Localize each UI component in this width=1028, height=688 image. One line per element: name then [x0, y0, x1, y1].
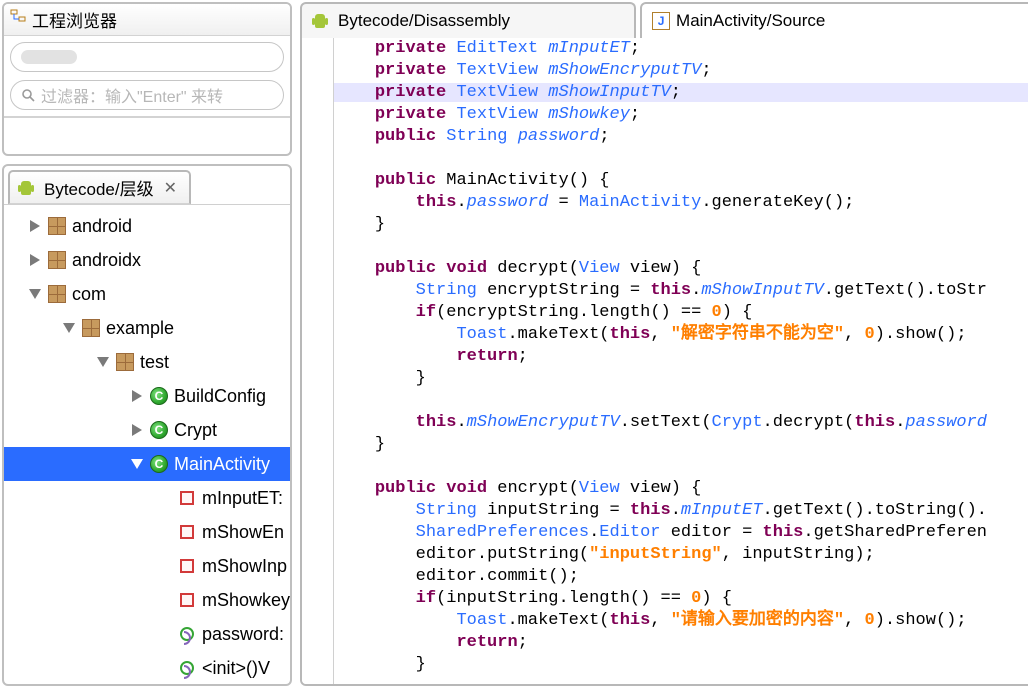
android-icon	[312, 12, 328, 30]
tree-label: <init>()V	[202, 658, 270, 679]
class-icon: C	[150, 387, 168, 405]
class-icon: C	[150, 421, 168, 439]
tree-node-com[interactable]: com	[4, 277, 290, 311]
tree-label: mInputET:	[202, 488, 283, 509]
editor-gutter	[302, 38, 334, 684]
chevron-down-icon	[97, 357, 109, 367]
project-explorer-title: 工程浏览器	[32, 7, 117, 32]
tree-node-example[interactable]: example	[4, 311, 290, 345]
tree-node-mshowen[interactable]: mShowEn	[4, 515, 290, 549]
field-icon	[180, 593, 194, 607]
tree-node-crypt[interactable]: C Crypt	[4, 413, 290, 447]
tree-node-password[interactable]: password:	[4, 617, 290, 651]
public-field-icon	[180, 627, 194, 641]
blank-placeholder	[21, 50, 77, 64]
tree-label: test	[140, 352, 169, 373]
chevron-right-icon	[132, 390, 142, 402]
chevron-right-icon	[30, 220, 40, 232]
filter-placeholder: 过滤器：输入"Enter" 来转	[41, 83, 223, 107]
tree-node-android[interactable]: android	[4, 209, 290, 243]
chevron-right-icon	[30, 254, 40, 266]
search-icon	[21, 88, 35, 102]
chevron-down-icon	[63, 323, 75, 333]
project-explorer-header: 工程浏览器	[4, 4, 290, 36]
tree-node-test[interactable]: test	[4, 345, 290, 379]
tree-label: com	[72, 284, 106, 305]
editor-tabs: Bytecode/Disassembly J MainActivity/Sour…	[300, 2, 1028, 38]
package-icon	[82, 319, 100, 337]
chevron-right-icon	[132, 424, 142, 436]
java-file-icon: J	[652, 12, 670, 30]
tree-label: mShowkey	[202, 590, 290, 611]
tree-label: example	[106, 318, 174, 339]
tree-label: mShowInp	[202, 556, 287, 577]
field-icon	[180, 525, 194, 539]
tree-node-mshowkey[interactable]: mShowkey	[4, 583, 290, 617]
tree-node-mainactivity[interactable]: C MainActivity	[4, 447, 290, 481]
package-icon	[48, 217, 66, 235]
tree-structure-icon	[10, 9, 26, 30]
tree-node-minputet[interactable]: mInputET:	[4, 481, 290, 515]
right-column: Bytecode/Disassembly J MainActivity/Sour…	[294, 0, 1028, 688]
tree-node-init[interactable]: <init>()V	[4, 651, 290, 685]
project-explorer-panel: 工程浏览器 过滤器：输入"Enter" 来转	[2, 2, 292, 156]
tree-label: MainActivity	[174, 454, 270, 475]
filter-input[interactable]: 过滤器：输入"Enter" 来转	[10, 80, 284, 110]
chevron-down-icon	[131, 459, 143, 469]
source-code[interactable]: private EditText mInputET; private TextV…	[334, 38, 1028, 684]
tree-node-buildconfig[interactable]: C BuildConfig	[4, 379, 290, 413]
field-icon	[180, 559, 194, 573]
hierarchy-tab-label: Bytecode/层级	[44, 175, 154, 200]
app-root: 工程浏览器 过滤器：输入"Enter" 来转 Bytecode/层级 ✕	[0, 0, 1028, 688]
tree-label: password:	[202, 624, 284, 645]
left-column: 工程浏览器 过滤器：输入"Enter" 来转 Bytecode/层级 ✕	[0, 0, 294, 688]
tree-label: BuildConfig	[174, 386, 266, 407]
tree-label: androidx	[72, 250, 141, 271]
bytecode-hierarchy-panel: Bytecode/层级 ✕ android androidx	[2, 164, 292, 686]
tree-node-mshowinp[interactable]: mShowInp	[4, 549, 290, 583]
hierarchy-tab[interactable]: Bytecode/层级 ✕	[8, 170, 191, 204]
class-icon: C	[150, 455, 168, 473]
chevron-down-icon	[29, 289, 41, 299]
package-icon	[116, 353, 134, 371]
explorer-searches: 过滤器：输入"Enter" 来转	[4, 36, 290, 118]
tree-label: android	[72, 216, 132, 237]
tab-disassembly[interactable]: Bytecode/Disassembly	[300, 2, 636, 38]
field-icon	[180, 491, 194, 505]
tree-node-androidx[interactable]: androidx	[4, 243, 290, 277]
tab-label: MainActivity/Source	[676, 11, 825, 31]
editor-area: private EditText mInputET; private TextV…	[300, 38, 1028, 686]
tree-label: mShowEn	[202, 522, 284, 543]
public-method-icon	[180, 661, 194, 675]
tree-label: Crypt	[174, 420, 217, 441]
search-blank-pill[interactable]	[10, 42, 284, 72]
package-tree: android androidx com example	[4, 205, 290, 686]
tab-label: Bytecode/Disassembly	[338, 11, 510, 31]
package-icon	[48, 251, 66, 269]
tab-source[interactable]: J MainActivity/Source ✕	[640, 2, 1028, 38]
package-icon	[48, 285, 66, 303]
close-icon[interactable]: ✕	[164, 178, 177, 198]
android-icon	[18, 179, 34, 197]
